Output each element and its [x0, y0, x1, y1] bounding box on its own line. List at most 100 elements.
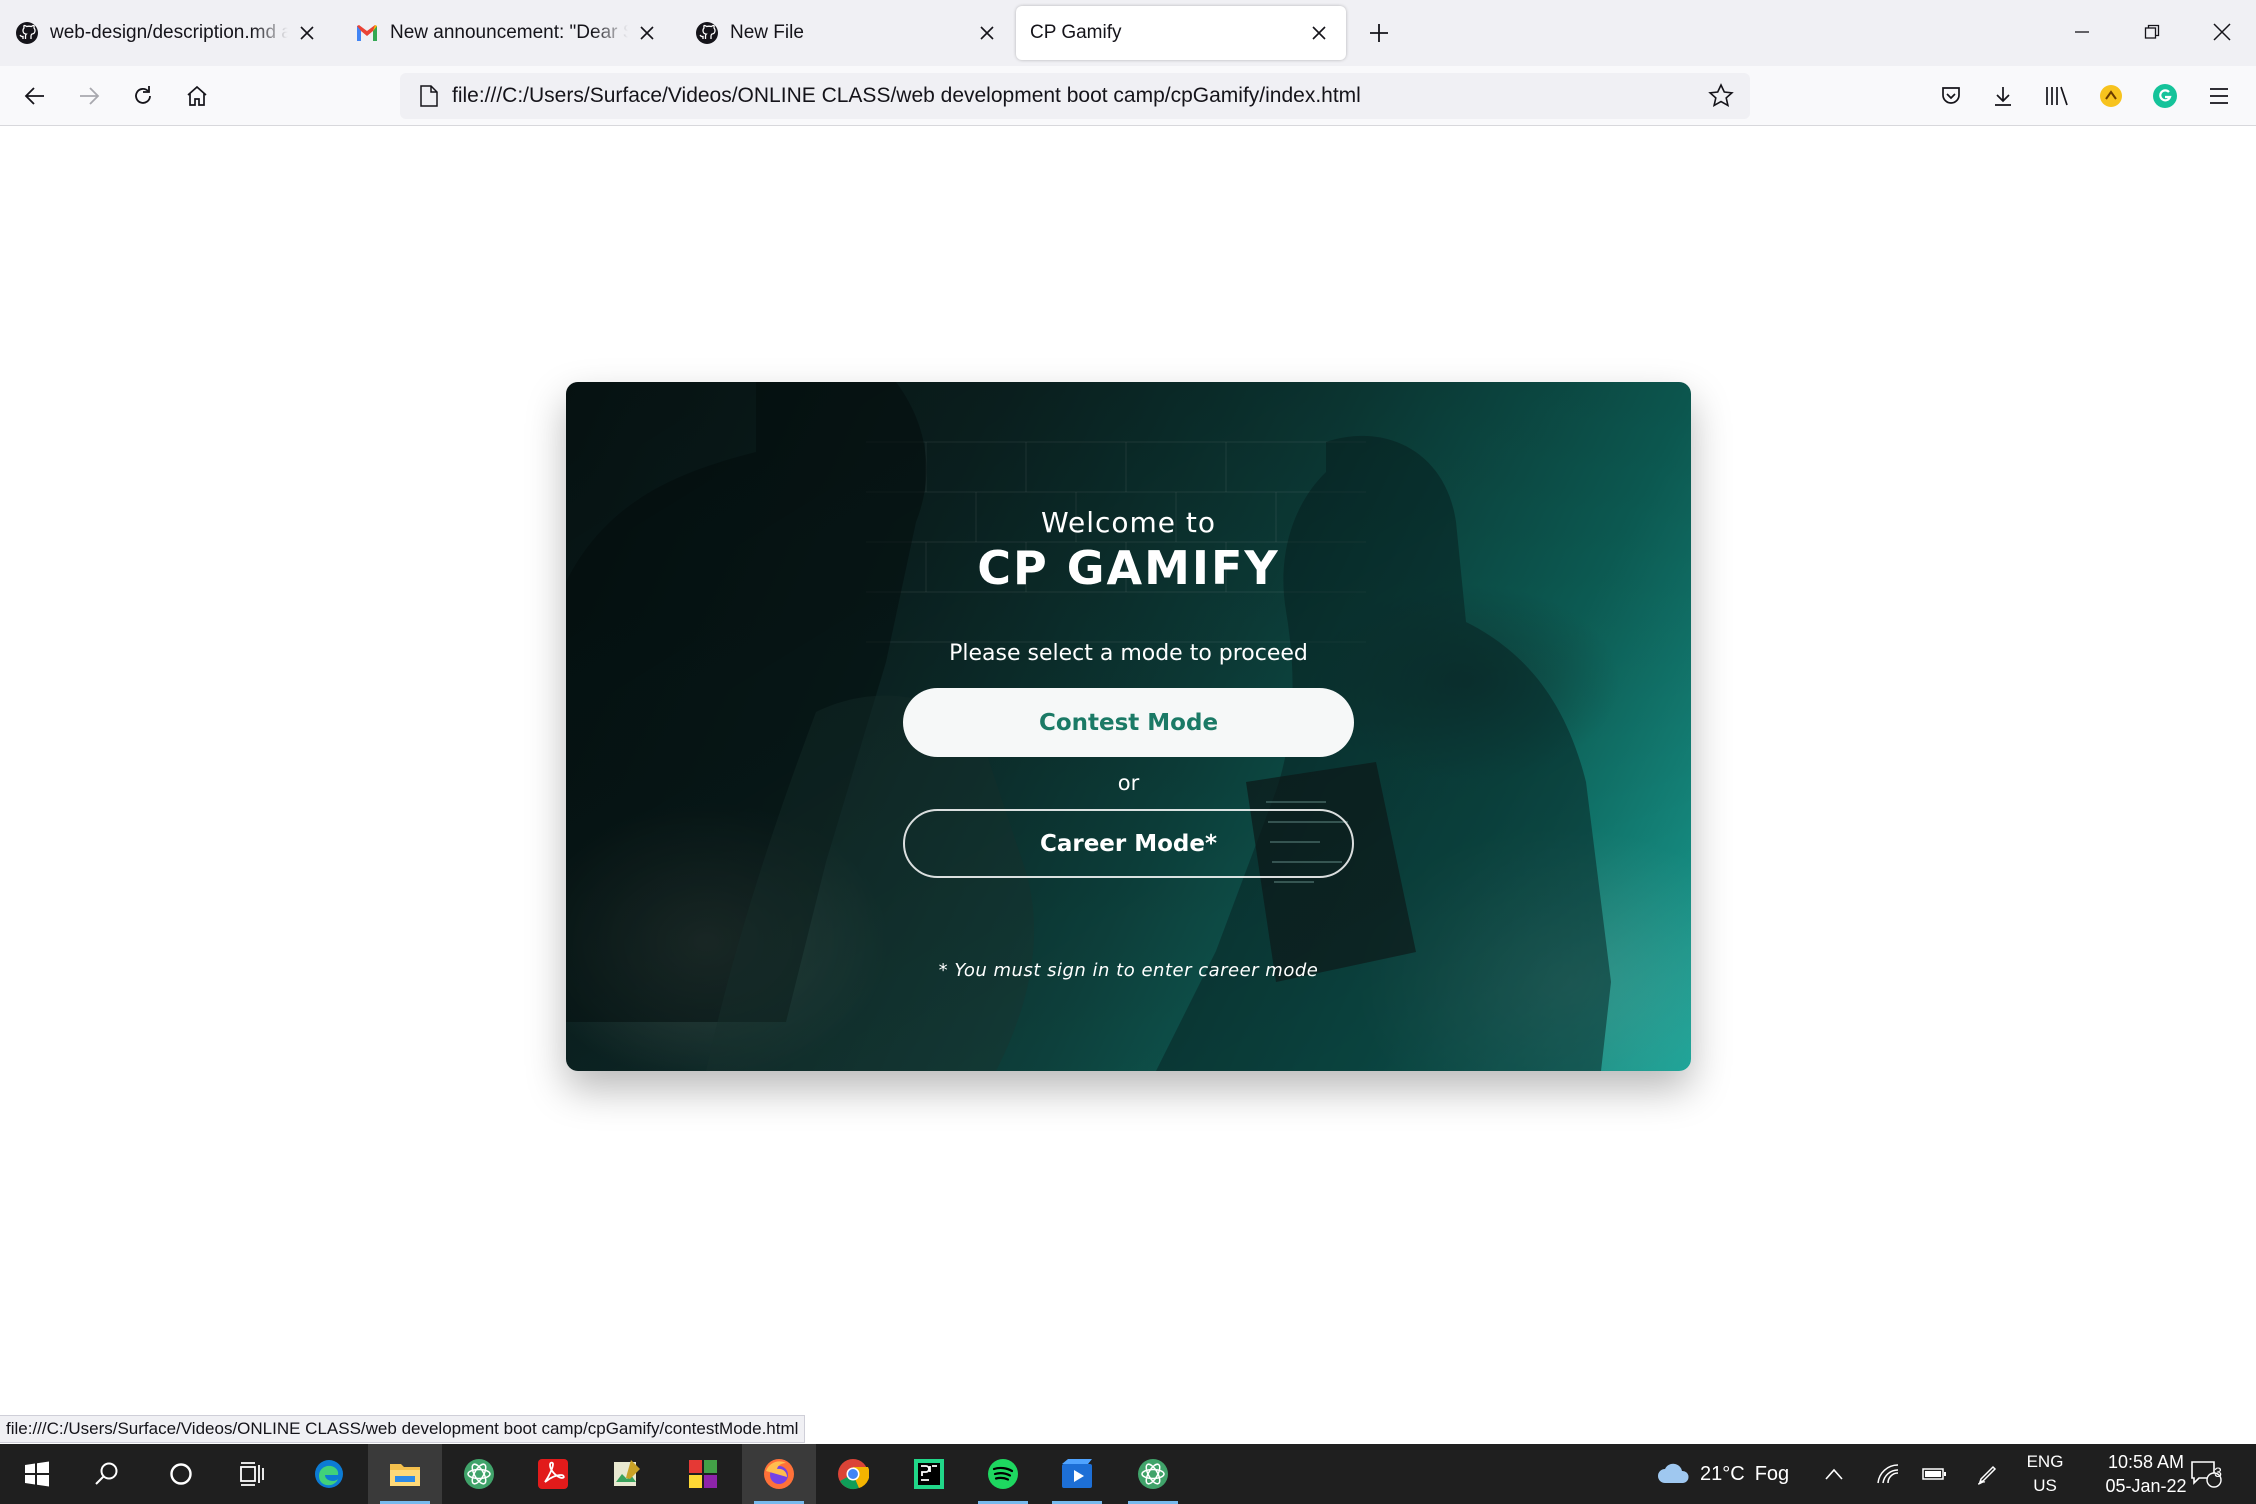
taskbar-firefox[interactable] [742, 1444, 816, 1504]
welcome-card: Welcome to CP GAMIFY Please select a mod… [566, 382, 1691, 1071]
arrow-left-icon [24, 87, 44, 105]
pycharm-icon [914, 1459, 944, 1489]
windows-taskbar: 21°C Fog ENG US 10:58 AM 05-Jan-22 3 [0, 1444, 2256, 1504]
taskbar-file-explorer[interactable] [368, 1444, 442, 1504]
file-explorer-icon [390, 1464, 420, 1486]
taskbar-atom-2[interactable] [1116, 1444, 1190, 1504]
downloads-button[interactable] [1984, 78, 2022, 114]
clock[interactable]: 10:58 AM 05-Jan-22 [2096, 1450, 2196, 1498]
minimize-button[interactable] [2060, 12, 2104, 52]
close-window-button[interactable] [2200, 12, 2244, 52]
notification-center-button[interactable]: 3 [2190, 1444, 2224, 1504]
pen-button[interactable] [1976, 1444, 2000, 1504]
github-icon [694, 20, 720, 46]
taskbar-atom[interactable] [442, 1444, 516, 1504]
forward-button[interactable] [70, 78, 108, 114]
task-view-button[interactable] [216, 1444, 290, 1504]
address-bar[interactable]: file:///C:/Users/Surface/Videos/ONLINE C… [400, 73, 1750, 119]
language-code: ENG [2026, 1452, 2064, 1471]
weather-widget[interactable]: 21°C Fog [1656, 1444, 1789, 1504]
welcome-text: Welcome to [1040, 506, 1217, 539]
grammarly-button[interactable] [2146, 78, 2184, 114]
cortana-icon [170, 1463, 192, 1485]
close-icon[interactable] [1306, 20, 1332, 46]
back-button[interactable] [16, 78, 54, 114]
new-tab-button[interactable] [1362, 16, 1396, 50]
show-hidden-icons-button[interactable] [1824, 1444, 1844, 1504]
taskbar-edge[interactable] [292, 1444, 366, 1504]
edge-browser-icon [315, 1460, 343, 1488]
taskbar-pycharm[interactable] [892, 1444, 966, 1504]
firefox-icon [764, 1459, 794, 1489]
image-editor-icon [614, 1460, 640, 1486]
tab-cp-gamify[interactable]: CP Gamify [1016, 6, 1346, 60]
restore-icon [2144, 24, 2160, 39]
weather-temp: 21°C [1700, 1462, 1745, 1485]
page-icon [406, 73, 452, 119]
windows-logo-icon [25, 1461, 49, 1487]
close-icon[interactable] [634, 20, 660, 46]
tab-title: CP Gamify [1030, 22, 1122, 43]
tab-gmail-announcement[interactable]: New announcement: "Dear Stud [340, 6, 674, 60]
spotify-icon [988, 1459, 1018, 1489]
wifi-button[interactable] [1876, 1444, 1900, 1504]
weather-condition: Fog [1754, 1462, 1790, 1485]
search-button[interactable] [70, 1444, 144, 1504]
tab-title: New announcement: "Dear Stud [390, 22, 628, 43]
video-editor-icon [1062, 1459, 1092, 1488]
plus-icon [1370, 24, 1388, 42]
mode-prompt: Please select a mode to proceed [949, 641, 1308, 666]
notification-count: 3 [2214, 1464, 2222, 1480]
wifi-icon [1877, 1464, 1899, 1484]
reload-icon [135, 86, 151, 104]
restore-button[interactable] [2130, 12, 2174, 52]
reload-button[interactable] [124, 78, 162, 114]
chevron-up-icon [1825, 1468, 1843, 1480]
pocket-icon [1942, 87, 1960, 104]
close-icon[interactable] [294, 20, 320, 46]
pen-icon [1977, 1465, 1997, 1485]
grammarly-icon [2153, 84, 2177, 108]
close-icon[interactable] [974, 20, 1000, 46]
chrome-icon [838, 1459, 869, 1490]
career-mode-note: * You must sign in to enter career mode [938, 960, 1319, 981]
tab-strip: web-design/description.md at m New annou… [0, 0, 2256, 66]
taskbar-chrome[interactable] [816, 1444, 890, 1504]
tab-github-new-file[interactable]: New File [680, 6, 1014, 60]
library-icon [2046, 86, 2068, 106]
contest-mode-button[interactable]: Contest Mode [903, 688, 1354, 757]
clock-time: 10:58 AM [2107, 1452, 2185, 1472]
bookmark-star-icon[interactable] [1698, 73, 1744, 119]
or-separator: or [1117, 771, 1140, 795]
extension-button[interactable] [2092, 78, 2130, 114]
url-text[interactable]: file:///C:/Users/Surface/Videos/ONLINE C… [452, 84, 1698, 108]
language-indicator[interactable]: ENG US [2020, 1450, 2070, 1498]
clock-date: 05-Jan-22 [2105, 1476, 2187, 1496]
battery-icon [1922, 1468, 1946, 1480]
acrobat-reader-icon [538, 1459, 568, 1489]
region-code: US [2033, 1476, 2057, 1495]
tab-github-description[interactable]: web-design/description.md at m [0, 6, 334, 60]
navigation-toolbar: file:///C:/Users/Surface/Videos/ONLINE C… [0, 66, 2256, 126]
library-button[interactable] [2038, 78, 2076, 114]
taskbar-video-editor[interactable] [1040, 1444, 1114, 1504]
taskbar-acrobat[interactable] [516, 1444, 590, 1504]
career-mode-button[interactable]: Career Mode* [903, 809, 1354, 878]
search-icon [95, 1462, 118, 1485]
brand-title: CP GAMIFY [977, 541, 1280, 595]
taskbar-spotify[interactable] [966, 1444, 1040, 1504]
card-content: Welcome to CP GAMIFY Please select a mod… [566, 382, 1691, 1071]
pocket-button[interactable] [1932, 78, 1970, 114]
close-icon [2213, 23, 2231, 41]
menu-button[interactable] [2200, 78, 2238, 114]
atom-editor-icon [1138, 1459, 1168, 1489]
cortana-button[interactable] [144, 1444, 218, 1504]
tab-title: web-design/description.md at m [50, 22, 288, 43]
home-icon [187, 85, 207, 106]
home-button[interactable] [178, 78, 216, 114]
taskbar-image-editor[interactable] [590, 1444, 664, 1504]
battery-button[interactable] [1922, 1444, 1948, 1504]
download-icon [1995, 87, 2011, 106]
taskbar-app-tiles[interactable] [666, 1444, 740, 1504]
start-button[interactable] [0, 1444, 74, 1504]
